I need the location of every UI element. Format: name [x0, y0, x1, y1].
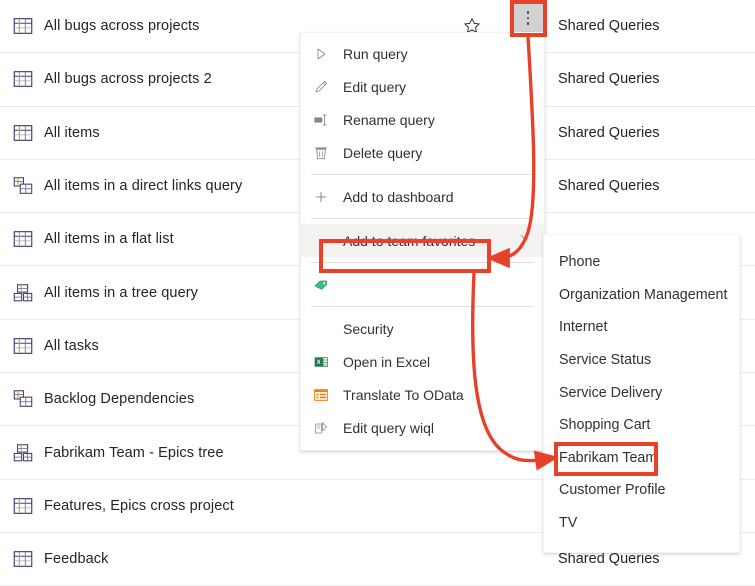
play-icon	[317, 48, 326, 59]
flat-query-icon	[13, 18, 33, 35]
flat-query-icon	[13, 231, 33, 248]
menu-item-label: Edit query wiql	[343, 419, 435, 436]
svg-text:X: X	[317, 360, 321, 366]
menu-separator	[311, 262, 534, 263]
menu-item-icon-slot	[311, 232, 331, 250]
submenu-item[interactable]: Phone	[544, 246, 739, 279]
query-name: All tasks	[44, 337, 99, 354]
direct-links-query-icon	[13, 177, 33, 194]
query-folder: Shared Queries	[558, 178, 660, 195]
menu-item[interactable]: Translate To OData	[301, 378, 544, 411]
tag-icon	[314, 280, 328, 290]
submenu-item[interactable]: Fabrikam Team	[544, 442, 739, 475]
more-actions-button[interactable]	[513, 3, 543, 33]
menu-item[interactable]: X Open in Excel	[301, 345, 544, 378]
rename-icon	[314, 114, 327, 125]
query-folder: Shared Queries	[558, 71, 660, 88]
menu-item-label: Security	[343, 320, 394, 337]
menu-item-label: Run query	[343, 45, 408, 62]
tree-query-icon	[13, 443, 33, 461]
excel-icon: X	[311, 353, 331, 371]
menu-item[interactable]: Delete query	[301, 136, 544, 169]
tag-icon	[311, 276, 331, 294]
menu-item-label: Open in Excel	[343, 353, 431, 370]
query-name: Fabrikam Team - Epics tree	[44, 444, 224, 461]
direct-links-query-icon	[13, 390, 33, 408]
submenu-item[interactable]: Shopping Cart	[544, 409, 739, 442]
odata-icon	[314, 388, 328, 401]
play-icon	[311, 45, 331, 63]
query-folder: Shared Queries	[558, 18, 660, 35]
submenu-item[interactable]: Service Delivery	[544, 376, 739, 409]
menu-item-icon-slot	[311, 320, 331, 338]
menu-separator	[311, 306, 534, 307]
query-folder: Shared Queries	[558, 551, 660, 568]
trash-icon	[315, 146, 327, 159]
plus-icon	[311, 188, 331, 206]
wiql-icon	[311, 419, 331, 437]
flat-query-icon	[13, 71, 33, 88]
menu-item-label: Delete query	[343, 144, 423, 161]
flat-query-icon	[13, 337, 33, 354]
menu-item[interactable]: Rename query	[301, 103, 544, 136]
pencil-icon	[311, 78, 331, 96]
submenu-item[interactable]: TV	[544, 507, 739, 540]
query-name: Features, Epics cross project	[44, 497, 234, 514]
odata-icon	[311, 386, 331, 404]
flat-query-icon	[13, 124, 33, 141]
query-name: All items	[44, 124, 100, 141]
menu-item-label: Translate To OData	[343, 386, 464, 403]
chevron-right-icon	[520, 234, 526, 244]
menu-item[interactable]: Run query	[301, 37, 544, 70]
menu-item[interactable]: Security	[301, 312, 544, 345]
menu-item-label: Add to team favorites	[343, 232, 476, 249]
menu-item[interactable]: Edit query	[301, 70, 544, 103]
pencil-icon	[315, 80, 328, 92]
query-name: All bugs across projects	[44, 18, 200, 35]
query-name: All items in a direct links query	[44, 178, 243, 195]
flat-query-icon	[13, 551, 33, 568]
menu-item[interactable]: Edit query wiql	[301, 411, 544, 444]
query-name: Feedback	[44, 551, 109, 568]
menu-item-label: Rename query	[343, 111, 435, 128]
query-name: All items in a tree query	[44, 284, 199, 301]
excel-icon: X	[314, 356, 328, 367]
submenu-item[interactable]: Service Status	[544, 344, 739, 377]
menu-separator	[311, 218, 534, 219]
submenu-item[interactable]: Internet	[544, 311, 739, 344]
submenu-item[interactable]: Customer Profile	[544, 474, 739, 507]
trash-icon	[311, 144, 331, 162]
tree-query-icon	[13, 283, 33, 301]
query-name: All bugs across projects 2	[44, 71, 212, 88]
query-name: All items in a flat list	[44, 231, 174, 248]
plus-icon	[316, 191, 326, 202]
menu-item[interactable]: Add to team favorites	[301, 224, 544, 257]
chevron-right-icon	[516, 232, 530, 249]
menu-item[interactable]: Add to dashboard	[301, 180, 544, 213]
query-name: Backlog Dependencies	[44, 391, 195, 408]
team-favorites-submenu[interactable]: Phone Organization Management Internet Serv…	[543, 234, 740, 554]
query-folder: Shared Queries	[558, 124, 660, 141]
submenu-item[interactable]: Organization Management	[544, 279, 739, 312]
menu-item-label: Edit query	[343, 78, 407, 95]
rename-icon	[311, 111, 331, 129]
menu-item[interactable]	[301, 268, 544, 301]
wiql-icon	[315, 421, 328, 433]
menu-separator	[311, 174, 534, 175]
menu-item-label: Add to dashboard	[343, 188, 454, 205]
query-context-menu[interactable]: Run query Edit query Rename query Delete qu…	[300, 32, 545, 451]
flat-query-icon	[13, 497, 33, 514]
